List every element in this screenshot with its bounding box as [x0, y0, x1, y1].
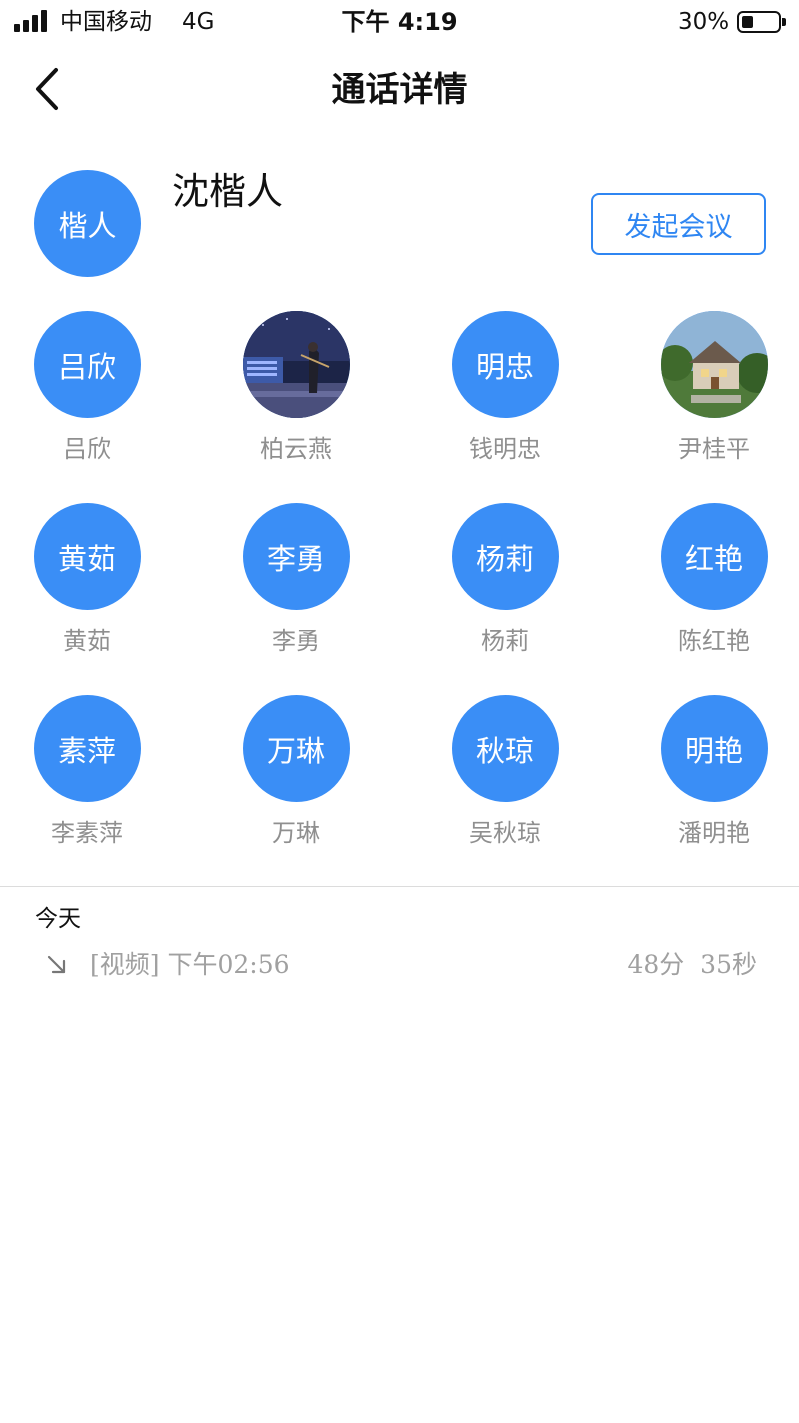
- participant-item[interactable]: 秋琼 吴秋琼: [425, 695, 585, 848]
- violinist-night-photo: [242, 311, 350, 418]
- participant-name: 万琳: [272, 819, 320, 847]
- battery-percentage: 30%: [678, 9, 730, 35]
- participant-name: 钱明忠: [469, 435, 541, 463]
- participant-avatar[interactable]: 黄茹: [33, 503, 141, 610]
- incoming-arrow-icon: [47, 955, 66, 974]
- start-meeting-button[interactable]: 发起会议: [591, 193, 766, 255]
- participant-item[interactable]: 杨莉 杨莉: [425, 503, 585, 656]
- participant-avatar[interactable]: 李勇: [242, 503, 350, 610]
- participant-name: 潘明艳: [678, 819, 750, 847]
- participant-item[interactable]: 柏云燕: [216, 311, 376, 464]
- participant-item[interactable]: 黄茹 黄茹: [7, 503, 167, 656]
- call-record-row[interactable]: [视频] 下午02:56 48分 35秒: [0, 944, 799, 988]
- host-avatar[interactable]: 楷人: [34, 170, 141, 277]
- participant-name: 李勇: [272, 627, 320, 655]
- participant-name: 黄茹: [63, 627, 111, 655]
- participant-avatar[interactable]: 素萍: [33, 695, 141, 802]
- participant-item[interactable]: 明艳 潘明艳: [634, 695, 794, 848]
- participant-item[interactable]: 素萍 李素萍: [7, 695, 167, 848]
- participant-name: 杨莉: [481, 627, 529, 655]
- battery-icon: [737, 11, 781, 33]
- participant-name: 吕欣: [63, 435, 111, 463]
- call-record-text: [视频] 下午02:56: [90, 950, 290, 979]
- participant-name: 柏云燕: [260, 435, 332, 463]
- participant-item[interactable]: 红艳 陈红艳: [634, 503, 794, 656]
- participant-name: 尹桂平: [678, 435, 750, 463]
- participant-item[interactable]: 明忠 钱明忠: [425, 311, 585, 464]
- page-title: 通话详情: [331, 70, 468, 110]
- status-bar: 中国移动 4G 下午 4:19 30%: [0, 0, 799, 44]
- participant-item[interactable]: 吕欣 吕欣: [7, 311, 167, 464]
- participant-photo-avatar[interactable]: [242, 311, 350, 418]
- participant-item[interactable]: 万琳 万琳: [216, 695, 376, 848]
- participant-name: 陈红艳: [678, 627, 750, 655]
- participant-item[interactable]: 李勇 李勇: [216, 503, 376, 656]
- participant-name: 吴秋琼: [469, 819, 541, 847]
- nav-bar: 通话详情: [0, 44, 799, 134]
- participant-photo-avatar[interactable]: [660, 311, 768, 418]
- participant-name: 李素萍: [51, 819, 123, 847]
- participant-avatar[interactable]: 万琳: [242, 695, 350, 802]
- history-day-label: 今天: [35, 906, 81, 932]
- call-duration: 48分 35秒: [627, 950, 757, 979]
- participant-item[interactable]: 尹桂平: [634, 311, 794, 464]
- participant-avatar[interactable]: 秋琼: [451, 695, 559, 802]
- participant-avatar[interactable]: 明艳: [660, 695, 768, 802]
- section-divider: [0, 886, 799, 887]
- participant-avatar[interactable]: 吕欣: [33, 311, 141, 418]
- participant-avatar[interactable]: 明忠: [451, 311, 559, 418]
- host-name: 沈楷人: [172, 170, 283, 213]
- battery-cap: [782, 18, 786, 26]
- participant-avatar[interactable]: 红艳: [660, 503, 768, 610]
- house-photo: [660, 311, 768, 418]
- participant-avatar[interactable]: 杨莉: [451, 503, 559, 610]
